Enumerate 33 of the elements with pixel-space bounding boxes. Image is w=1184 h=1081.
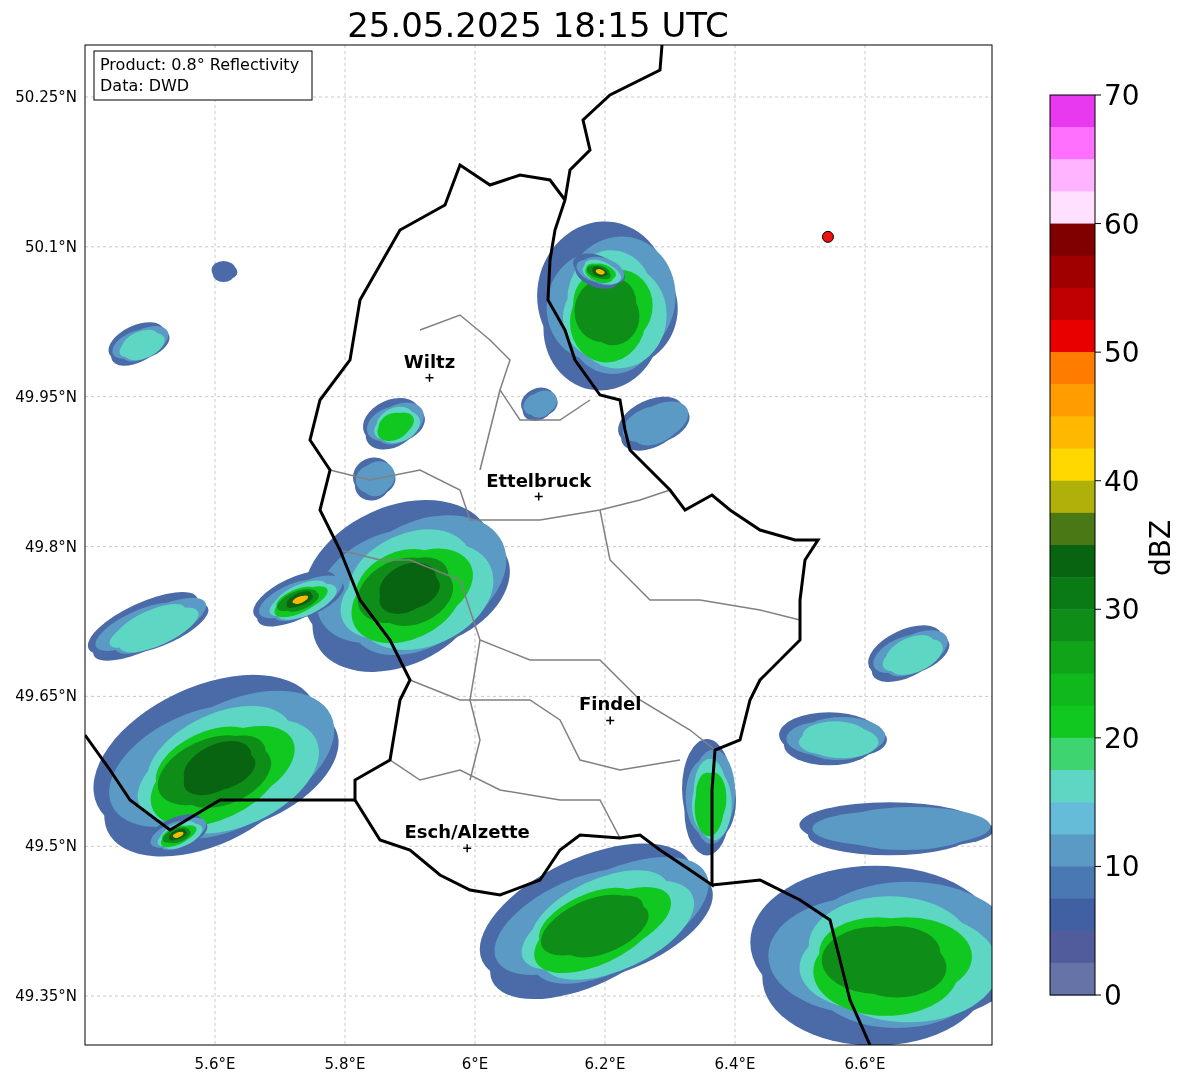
longitude-label: 5.6°E bbox=[194, 1055, 236, 1073]
info-text: Data: DWD bbox=[100, 76, 190, 95]
city-marker-icon bbox=[605, 715, 615, 726]
city-marker-icon bbox=[424, 372, 435, 383]
latitude-label: 49.8°N bbox=[24, 537, 77, 556]
city-marker-icon bbox=[533, 491, 544, 502]
longitude-label: 5.8°E bbox=[324, 1055, 366, 1073]
colorbar-tick-label: 10 bbox=[1104, 850, 1140, 884]
latitude-label: 49.95°N bbox=[15, 387, 77, 406]
longitude-label: 6.2°E bbox=[584, 1055, 626, 1073]
colorbar-tick-label: 0 bbox=[1104, 979, 1122, 1012]
latitude-label: 50.25°N bbox=[15, 88, 77, 106]
colorbar-label: dBZ bbox=[1144, 519, 1177, 577]
chart-title: 25.05.2025 18:15 UTC bbox=[347, 5, 729, 45]
latitude-label: 49.65°N bbox=[15, 687, 77, 706]
colorbar-tick-label: 60 bbox=[1104, 207, 1140, 241]
longitude-label: 6°E bbox=[461, 1055, 489, 1073]
city-label: Ettelbruck bbox=[486, 469, 592, 491]
info-text: Product: 0.8° Reflectivity bbox=[100, 55, 300, 74]
colorbar-tick-label: 70 bbox=[1104, 79, 1140, 112]
latitude-label: 49.5°N bbox=[24, 837, 77, 856]
city-label: Wiltz bbox=[403, 350, 456, 372]
latitude-label: 50.1°N bbox=[24, 237, 77, 256]
longitude-label: 6.6°E bbox=[844, 1055, 886, 1073]
city-marker-icon bbox=[462, 843, 472, 853]
colorbar-tick-label: 40 bbox=[1104, 464, 1140, 498]
longitude-label: 6.4°E bbox=[714, 1055, 756, 1073]
colorbar-tick-label: 50 bbox=[1104, 336, 1140, 370]
colorbar-tick-label: 20 bbox=[1104, 721, 1140, 755]
latitude-label: 49.35°N bbox=[15, 987, 77, 1006]
city-label: Esch/Alzette bbox=[404, 821, 530, 843]
colorbar-tick-label: 30 bbox=[1104, 593, 1140, 627]
city-label: Findel bbox=[578, 693, 642, 715]
